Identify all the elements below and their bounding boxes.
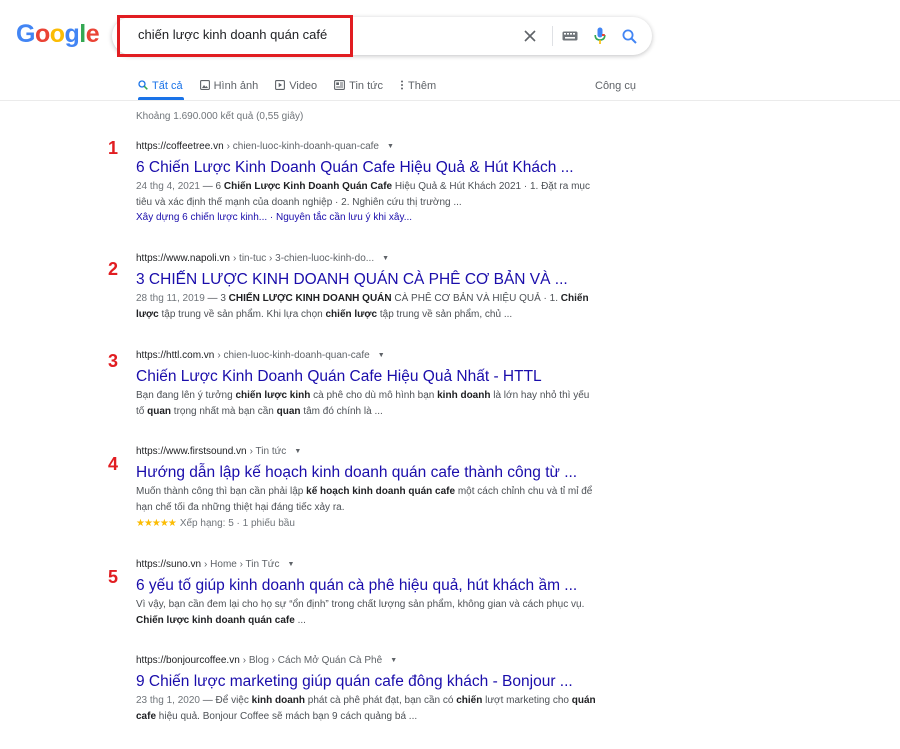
sitelink[interactable]: Xây dựng 6 chiến lược kinh... — [136, 212, 267, 223]
more-vert-icon — [400, 80, 404, 93]
logo-letter: G — [16, 20, 35, 48]
image-icon — [199, 79, 210, 93]
result-stats: Khoảng 1.690.000 kết quả (0,55 giây) — [136, 111, 304, 122]
logo-letter: e — [85, 20, 100, 48]
sitelinks: Xây dựng 6 chiến lược kinh... · Nguyên t… — [136, 212, 413, 223]
result-number-marker: 4 — [108, 454, 119, 474]
result-number-marker: 5 — [108, 567, 119, 587]
search-tabs: Tất cả Hình ảnh Video Tin tức Thêm — [138, 76, 453, 96]
result-url[interactable]: https://www.firstsound.vn › Tin tức ▼ — [136, 444, 596, 458]
result-snippet: Muốn thành công thì bạn cần phải lập kế … — [136, 486, 593, 513]
result-title-link[interactable]: Chiến Lược Kinh Doanh Quán Cafe Hiệu Quả… — [136, 367, 596, 387]
video-icon — [275, 79, 286, 93]
result-path: › chien-luoc-kinh-doanh-quan-cafe — [217, 349, 370, 361]
result-url[interactable]: https://www.napoli.vn › tin-tuc › 3-chie… — [136, 251, 596, 265]
result-title-link[interactable]: Hướng dẫn lập kế hoạch kinh doanh quán c… — [136, 463, 596, 483]
microphone-icon[interactable] — [590, 26, 610, 46]
tab-label: Hình ảnh — [213, 80, 259, 92]
search-divider — [552, 26, 553, 46]
caret-down-icon[interactable]: ▼ — [378, 352, 385, 359]
caret-down-icon[interactable]: ▼ — [390, 657, 397, 664]
tab-images[interactable]: Hình ảnh — [199, 76, 259, 96]
query-highlight-box — [117, 15, 353, 57]
search-icon[interactable] — [619, 26, 639, 46]
caret-down-icon[interactable]: ▼ — [287, 561, 294, 568]
keyboard-icon[interactable] — [560, 26, 580, 46]
rating-text: Xếp hạng: 5 · 1 phiếu bầu — [179, 518, 295, 529]
search-result: https://suno.vn › Home › Tin Tức ▼ 6 yếu… — [136, 557, 596, 629]
result-domain: https://coffeetree.vn — [136, 140, 224, 152]
news-icon — [334, 79, 346, 93]
tab-label: Tin tức — [349, 80, 384, 92]
tab-label: Thêm — [408, 80, 437, 92]
result-snippet: 23 thg 1, 2020 — Để việc kinh doanh phát… — [136, 693, 596, 725]
search-icon — [138, 79, 148, 93]
result-path: › chien-luoc-kinh-doanh-quan-cafe — [226, 140, 379, 152]
tab-all[interactable]: Tất cả — [138, 76, 183, 96]
result-url[interactable]: https://bonjourcoffee.vn › Blog › Cách M… — [136, 653, 596, 667]
result-domain: https://www.firstsound.vn — [136, 445, 247, 457]
sitelink[interactable]: Nguyên tắc cần lưu ý khi xây... — [276, 212, 412, 223]
result-number-marker: 1 — [108, 138, 119, 158]
tab-video[interactable]: Video — [275, 76, 317, 96]
result-date: 24 thg 4, 2021 — [136, 181, 200, 192]
result-date: 23 thg 1, 2020 — [136, 695, 200, 706]
result-snippet: Bạn đang lên ý tưởng chiến lược kinh cà … — [136, 390, 590, 417]
result-path: › tin-tuc › 3-chien-luoc-kinh-do... — [232, 252, 375, 264]
tab-news[interactable]: Tin tức — [334, 76, 383, 96]
result-path: › Home › Tin Tức — [204, 558, 280, 570]
result-domain: https://www.napoli.vn — [136, 252, 230, 264]
caret-down-icon[interactable]: ▼ — [294, 448, 301, 455]
snippet-text: — 3 CHIẾN LƯỢC KINH DOANH QUÁN CÀ PHÊ CƠ… — [136, 293, 589, 320]
logo-letter: o — [49, 20, 65, 48]
result-snippet: Vì vậy, bạn cần đem lại cho họ sự “ổn đị… — [136, 599, 585, 626]
snippet-text: — 6 Chiến Lược Kinh Doanh Quán Cafe Hiệu… — [136, 181, 590, 208]
result-snippet: 28 thg 11, 2019 — 3 CHIẾN LƯỢC KINH DOAN… — [136, 291, 596, 323]
result-title-link[interactable]: 6 Chiến Lược Kinh Doanh Quán Cafe Hiệu Q… — [136, 158, 596, 178]
search-result: https://coffeetree.vn › chien-luoc-kinh-… — [136, 139, 596, 225]
result-date: 28 thg 11, 2019 — [136, 293, 205, 304]
result-domain: https://suno.vn — [136, 558, 202, 570]
header-divider — [0, 100, 900, 101]
result-url[interactable]: https://suno.vn › Home › Tin Tức ▼ — [136, 557, 596, 571]
search-result: https://www.firstsound.vn › Tin tức ▼ Hư… — [136, 444, 596, 532]
search-result: https://httl.com.vn › chien-luoc-kinh-do… — [136, 348, 596, 420]
tab-label: Tất cả — [152, 80, 183, 92]
result-domain: https://httl.com.vn — [136, 349, 215, 361]
star-rating-icon: ★★★★★ — [136, 518, 177, 529]
tools-button[interactable]: Công cụ — [595, 76, 636, 96]
result-path: › Tin tức — [249, 445, 287, 457]
result-path: › Blog › Cách Mở Quán Cà Phê — [242, 654, 383, 666]
result-snippet: 24 thg 4, 2021 — 6 Chiến Lược Kinh Doanh… — [136, 179, 596, 211]
clear-icon[interactable] — [520, 26, 540, 46]
result-url[interactable]: https://httl.com.vn › chien-luoc-kinh-do… — [136, 348, 596, 362]
logo-letter: g — [64, 20, 80, 48]
tab-label: Video — [289, 80, 318, 92]
search-result: https://www.napoli.vn › tin-tuc › 3-chie… — [136, 251, 596, 323]
result-rating: ★★★★★ Xếp hạng: 5 · 1 phiếu bầu — [136, 516, 596, 532]
result-title-link[interactable]: 9 Chiến lược marketing giúp quán cafe đô… — [136, 672, 596, 692]
result-number-marker: 2 — [108, 259, 119, 279]
result-number-marker: 3 — [108, 351, 119, 371]
result-title-link[interactable]: 6 yếu tố giúp kinh doanh quán cà phê hiệ… — [136, 576, 596, 596]
search-result: https://bonjourcoffee.vn › Blog › Cách M… — [136, 653, 596, 725]
logo-letter: o — [34, 20, 50, 48]
google-logo[interactable]: Google — [16, 20, 100, 49]
result-domain: https://bonjourcoffee.vn — [136, 654, 240, 666]
caret-down-icon[interactable]: ▼ — [382, 255, 389, 262]
snippet-text: — Để việc kinh doanh phát cà phê phát đạ… — [136, 695, 596, 722]
result-url[interactable]: https://coffeetree.vn › chien-luoc-kinh-… — [136, 139, 596, 153]
result-title-link[interactable]: 3 CHIẾN LƯỢC KINH DOANH QUÁN CÀ PHÊ CƠ B… — [136, 270, 596, 290]
caret-down-icon[interactable]: ▼ — [387, 143, 394, 150]
tab-more[interactable]: Thêm — [400, 76, 436, 96]
